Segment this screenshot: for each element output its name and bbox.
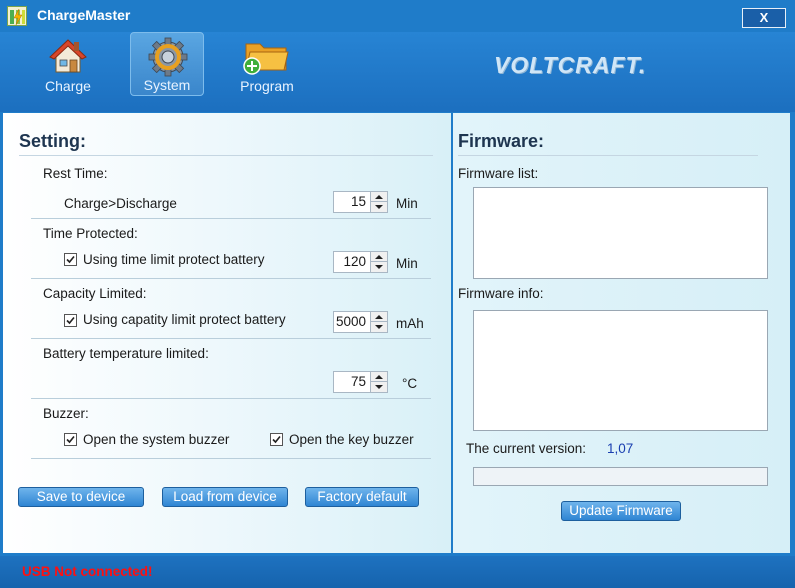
time-limit-label: Using time limit protect battery [83,252,265,267]
firmware-progress-bar [473,467,768,486]
checkmark-icon [272,435,281,444]
time-protected-input[interactable]: 120 [333,251,371,273]
checkmark-icon [66,435,75,444]
rest-time-title: Rest Time: [43,166,108,181]
folder-add-icon [243,43,289,75]
rest-time-down-arrow[interactable] [371,202,387,212]
rest-time-unit: Min [396,196,418,211]
status-bar: USB Not connected! [0,556,795,588]
capacity-input[interactable]: 5000 [333,311,371,333]
key-buzzer-label: Open the key buzzer [289,432,414,447]
checkmark-icon [66,255,75,264]
firmware-list-label: Firmware list: [458,166,539,181]
title-bar: ChargeMaster X [0,0,795,32]
current-version-value: 1,07 [607,441,634,456]
close-button[interactable]: X [742,8,786,28]
system-buzzer-label: Open the system buzzer [83,432,230,447]
settings-panel: Setting: Rest Time: Charge>Discharge 15 … [3,113,451,553]
divider [31,278,431,279]
divider [31,458,431,459]
temperature-down-arrow[interactable] [371,382,387,392]
toolbar: Charge System Program VOLTCRAFT. [0,32,795,112]
divider [31,338,431,339]
firmware-info-label: Firmware info: [458,286,544,301]
key-buzzer-checkbox[interactable] [270,433,283,446]
time-protected-up-arrow[interactable] [371,252,387,262]
time-protected-unit: Min [396,256,418,271]
system-buzzer-checkbox[interactable] [64,433,77,446]
firmware-heading: Firmware: [458,131,545,151]
capacity-down-arrow[interactable] [371,322,387,332]
temperature-input[interactable]: 75 [333,371,371,393]
capacity-up-arrow[interactable] [371,312,387,322]
load-from-device-button[interactable]: Load from device [162,487,288,507]
charge-discharge-label: Charge>Discharge [64,196,177,211]
tab-charge[interactable]: Charge [31,32,105,96]
tab-program-label: Program [240,78,294,94]
capacity-limited-title: Capacity Limited: [43,286,147,301]
settings-heading: Setting: [19,131,86,151]
tab-program[interactable]: Program [230,32,304,96]
temperature-unit: °C [402,376,418,391]
time-protected-down-arrow[interactable] [371,262,387,272]
factory-default-button[interactable]: Factory default [305,487,419,507]
time-limit-checkbox[interactable] [64,253,77,266]
voltcraft-logo: VOLTCRAFT. [494,52,647,78]
time-protected-title: Time Protected: [43,226,138,241]
divider [31,218,431,219]
tab-charge-label: Charge [45,78,91,94]
app-icon [7,6,27,26]
firmware-panel: Firmware: Firmware list: Firmware info: … [453,113,790,553]
current-version-label: The current version: [466,441,587,456]
gear-icon [148,37,188,77]
rest-time-input[interactable]: 15 [333,191,371,213]
settings-heading-rule [19,155,433,156]
chargemaster-window: ChargeMaster X Charge System Program VOL… [0,0,795,588]
tab-system[interactable]: System [130,32,204,96]
temperature-title: Battery temperature limited: [43,346,209,361]
save-to-device-button[interactable]: Save to device [18,487,144,507]
capacity-limit-label: Using capatity limit protect battery [83,312,286,327]
window-title: ChargeMaster [37,7,131,23]
buzzer-title: Buzzer: [43,406,89,421]
temperature-up-arrow[interactable] [371,372,387,382]
capacity-unit: mAh [396,316,424,331]
divider [31,398,431,399]
rest-time-up-arrow[interactable] [371,192,387,202]
capacity-limit-checkbox[interactable] [64,314,77,327]
firmware-list[interactable] [473,187,768,279]
tab-system-label: System [143,77,191,93]
checkmark-icon [66,316,75,325]
house-icon [49,39,87,73]
firmware-info-box[interactable] [473,310,768,431]
firmware-heading-rule [458,155,758,156]
update-firmware-button[interactable]: Update Firmware [561,501,681,521]
connection-status: USB Not connected! [22,564,153,579]
